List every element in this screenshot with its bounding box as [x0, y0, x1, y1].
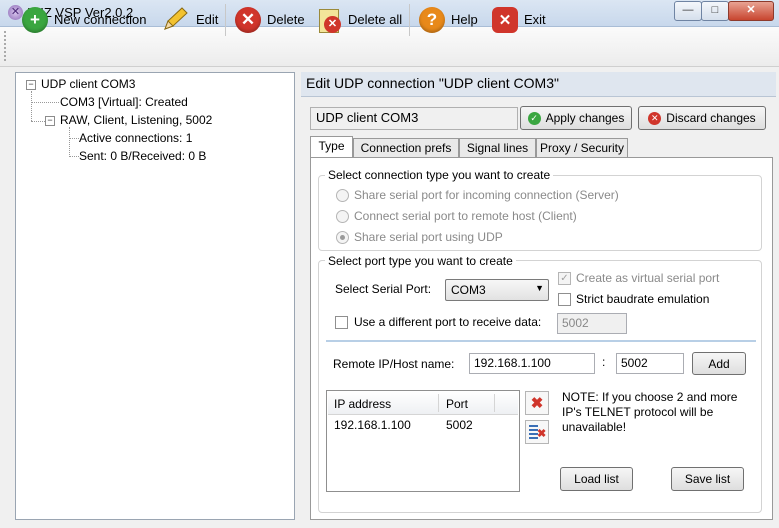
apply-changes-button[interactable]: ✓ Apply changes: [520, 106, 632, 130]
maximize-button[interactable]: □: [701, 1, 729, 21]
virtual-port-label: Create as virtual serial port: [576, 271, 720, 285]
port-type-group-label: Select port type you want to create: [325, 254, 516, 268]
divider: [326, 340, 756, 342]
serial-port-value: COM3: [451, 283, 486, 297]
connection-type-group-label: Select connection type you want to creat…: [325, 168, 554, 182]
strict-baudrate-label: Strict baudrate emulation: [576, 292, 710, 306]
load-list-button[interactable]: Load list: [560, 467, 633, 491]
check-icon: ✓: [527, 111, 541, 125]
column-port[interactable]: Port: [446, 397, 468, 411]
toolbar-separator: [409, 4, 410, 36]
tree-item-active-connections[interactable]: Active connections: 1: [79, 131, 192, 145]
delete-button[interactable]: ✕ Delete: [235, 4, 305, 35]
tree-connector: [31, 121, 45, 122]
note-line-1: NOTE: If you choose 2 and more: [562, 390, 738, 404]
help-label: Help: [451, 12, 478, 27]
column-ip-address[interactable]: IP address: [334, 397, 391, 411]
serial-port-label: Select Serial Port:: [335, 282, 432, 296]
row-ip: 192.168.1.100: [334, 418, 411, 432]
tree-connector: [69, 127, 70, 157]
virtual-port-checkbox[interactable]: ✓: [558, 272, 571, 285]
client-radio-label[interactable]: Connect serial port to remote host (Clie…: [354, 209, 577, 223]
tree-connector: [31, 91, 32, 121]
new-connection-label: New connection: [54, 12, 147, 27]
port-separator: :: [602, 355, 606, 369]
exit-button[interactable]: ✕ Exit: [492, 4, 546, 35]
remote-port-input[interactable]: 5002: [616, 353, 684, 374]
different-port-checkbox[interactable]: [335, 316, 348, 329]
exit-label: Exit: [524, 12, 546, 27]
connection-tree[interactable]: − UDP client COM3 COM3 [Virtual]: Create…: [15, 72, 295, 520]
server-radio-label[interactable]: Share serial port for incoming connectio…: [354, 188, 619, 202]
edit-label: Edit: [196, 12, 219, 27]
remote-host-label: Remote IP/Host name:: [333, 357, 455, 371]
toolbar-grip: [4, 31, 9, 61]
tab-proxy-security[interactable]: Proxy / Security: [536, 138, 628, 158]
help-button[interactable]: ? Help: [419, 4, 478, 35]
column-divider: [494, 394, 495, 412]
tree-item-port[interactable]: COM3 [Virtual]: Created: [60, 95, 188, 109]
table-row[interactable]: 192.168.1.100 5002: [328, 416, 518, 434]
exit-icon: ✕: [492, 6, 518, 33]
panel-title: Edit UDP connection "UDP client COM3": [306, 75, 559, 91]
help-icon: ?: [419, 6, 445, 33]
tab-connection-prefs[interactable]: Connection prefs: [353, 138, 459, 158]
minimize-button[interactable]: —: [674, 1, 702, 21]
tab-type[interactable]: Type: [310, 136, 353, 158]
tree-connector: [69, 138, 79, 139]
different-port-label: Use a different port to receive data:: [354, 315, 542, 329]
new-connection-button[interactable]: + New connection: [22, 4, 147, 35]
delete-all-label: Delete all: [348, 12, 403, 27]
delete-label: Delete: [267, 12, 305, 27]
connection-name-field[interactable]: UDP client COM3: [310, 107, 518, 130]
receive-port-input[interactable]: 5002: [557, 313, 627, 334]
tree-item-connection[interactable]: RAW, Client, Listening, 5002: [60, 113, 212, 127]
client-radio[interactable]: [336, 210, 349, 223]
tree-item-root[interactable]: UDP client COM3: [41, 77, 135, 91]
pencil-icon: [164, 6, 188, 30]
delete-icon: ✕: [235, 6, 261, 33]
edit-button[interactable]: Edit: [160, 4, 218, 35]
row-port: 5002: [446, 418, 473, 432]
chevron-down-icon: ▼: [535, 283, 544, 293]
tree-connector: [31, 102, 59, 103]
delete-all-button[interactable]: ✕ Delete all: [316, 4, 402, 35]
collapse-toggle[interactable]: −: [45, 116, 55, 126]
collapse-toggle[interactable]: −: [26, 80, 36, 90]
remove-host-button[interactable]: ✖: [525, 391, 549, 415]
tree-item-traffic[interactable]: Sent: 0 B/Received: 0 B: [79, 149, 206, 163]
server-radio[interactable]: [336, 189, 349, 202]
host-list-header: IP address Port: [328, 392, 518, 415]
tab-signal-lines[interactable]: Signal lines: [459, 138, 536, 158]
remove-icon: ✖: [530, 395, 544, 412]
udp-radio[interactable]: [336, 231, 349, 244]
tree-connector: [69, 156, 79, 157]
apply-changes-label: Apply changes: [545, 111, 625, 125]
strict-baudrate-checkbox[interactable]: [558, 293, 571, 306]
cancel-icon: ✕: [648, 111, 662, 125]
udp-radio-label[interactable]: Share serial port using UDP: [354, 230, 503, 244]
close-button[interactable]: ✕: [728, 1, 774, 21]
add-icon: +: [22, 6, 48, 33]
toolbar-separator: [225, 4, 226, 36]
clear-list-button[interactable]: ✖: [525, 420, 549, 444]
add-host-button[interactable]: Add: [692, 352, 746, 375]
remote-ip-input[interactable]: 192.168.1.100: [469, 353, 595, 374]
discard-changes-button[interactable]: ✕ Discard changes: [638, 106, 766, 130]
clear-list-x: ✖: [537, 428, 547, 440]
app-icon: ✕: [8, 5, 23, 20]
note-line-3: unavailable!: [562, 420, 627, 434]
delete-all-icon: ✕: [316, 6, 342, 34]
serial-port-select[interactable]: COM3 ▼: [445, 279, 549, 301]
column-divider: [438, 394, 439, 412]
note-line-2: IP's TELNET protocol will be: [562, 405, 714, 419]
save-list-button[interactable]: Save list: [671, 467, 744, 491]
host-list[interactable]: IP address Port 192.168.1.100 5002: [326, 390, 520, 492]
discard-changes-label: Discard changes: [666, 111, 756, 125]
